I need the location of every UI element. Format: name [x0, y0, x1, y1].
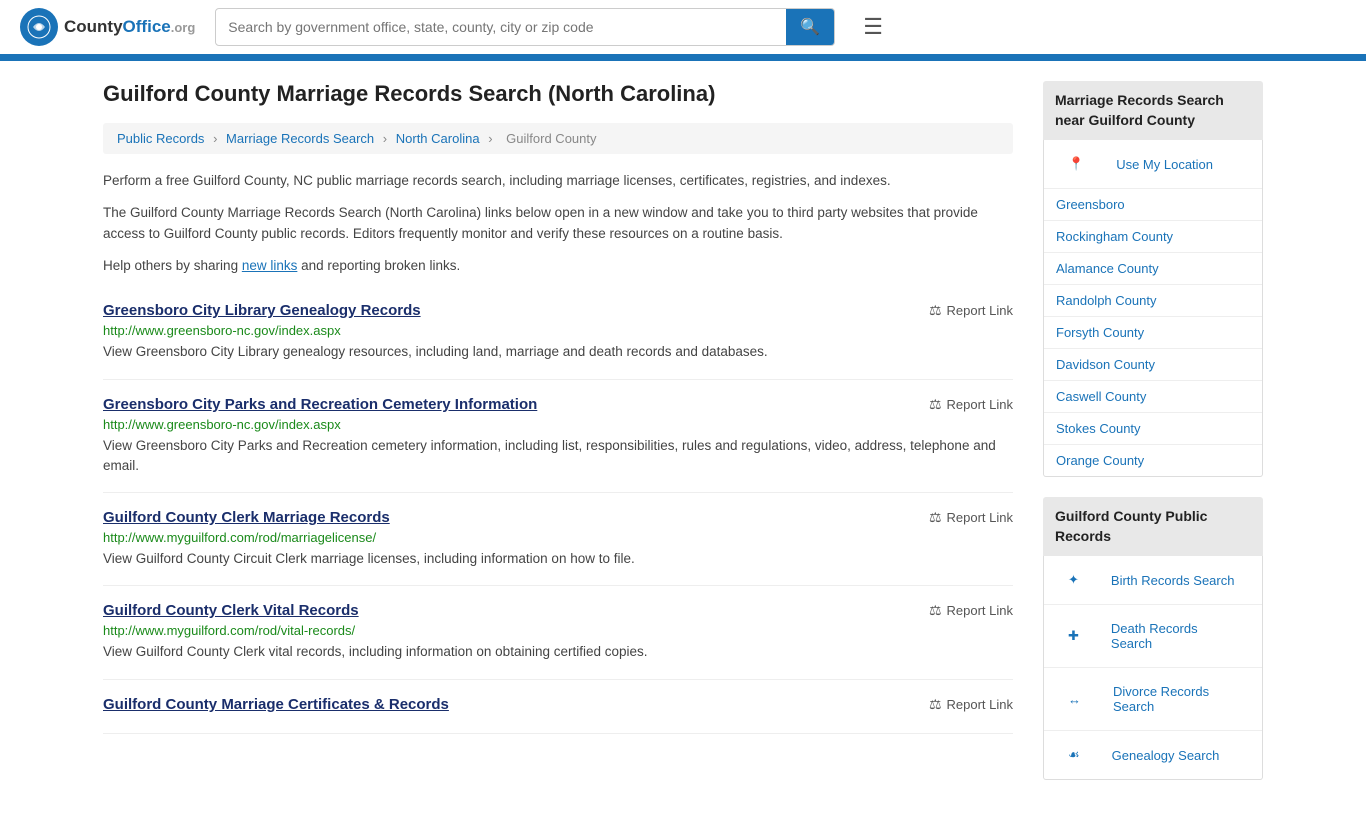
- breadcrumb-sep-3: ›: [488, 131, 492, 146]
- result-header-1: Greensboro City Parks and Recreation Cem…: [103, 396, 1013, 413]
- report-icon-2: ⚖: [929, 509, 942, 526]
- breadcrumb-north-carolina[interactable]: North Carolina: [396, 131, 480, 146]
- result-desc-2: View Guilford County Circuit Clerk marri…: [103, 549, 1013, 569]
- result-title-0: Greensboro City Library Genealogy Record…: [103, 302, 421, 319]
- sidebar-item-davidson[interactable]: Davidson County: [1044, 349, 1262, 381]
- result-title-4: Guilford County Marriage Certificates & …: [103, 696, 449, 713]
- sidebar-item-genealogy[interactable]: ☙ Genealogy Search: [1044, 731, 1262, 779]
- sidebar-public-records-section: Guilford County Public Records ✦ Birth R…: [1043, 497, 1263, 780]
- report-link-0[interactable]: ⚖ Report Link: [929, 302, 1013, 319]
- report-link-2[interactable]: ⚖ Report Link: [929, 509, 1013, 526]
- result-title-1: Greensboro City Parks and Recreation Cem…: [103, 396, 537, 413]
- report-link-1[interactable]: ⚖ Report Link: [929, 396, 1013, 413]
- description-para2: The Guilford County Marriage Records Sea…: [103, 202, 1013, 245]
- genealogy-label: Genealogy Search: [1100, 740, 1232, 771]
- report-icon-0: ⚖: [929, 302, 942, 319]
- sidebar-item-birth-records[interactable]: ✦ Birth Records Search: [1044, 556, 1262, 605]
- results-list: Greensboro City Library Genealogy Record…: [103, 286, 1013, 733]
- result-header-0: Greensboro City Library Genealogy Record…: [103, 302, 1013, 319]
- death-records-icon: ✚: [1056, 620, 1091, 652]
- result-item-4: Guilford County Marriage Certificates & …: [103, 680, 1013, 734]
- sidebar-item-greensboro[interactable]: Greensboro: [1044, 189, 1262, 221]
- sidebar-item-randolph[interactable]: Randolph County: [1044, 285, 1262, 317]
- result-desc-0: View Greensboro City Library genealogy r…: [103, 342, 1013, 362]
- result-item-2: Guilford County Clerk Marriage Records ⚖ …: [103, 493, 1013, 586]
- use-location-label: Use My Location: [1104, 149, 1225, 180]
- search-input[interactable]: [216, 11, 786, 43]
- result-title-link-3[interactable]: Guilford County Clerk Vital Records: [103, 602, 359, 619]
- sidebar-item-stokes[interactable]: Stokes County: [1044, 413, 1262, 445]
- breadcrumb-guilford-county: Guilford County: [506, 131, 596, 146]
- divorce-records-icon: ↔: [1056, 684, 1093, 715]
- sidebar-item-rockingham[interactable]: Rockingham County: [1044, 221, 1262, 253]
- sidebar-public-records-header: Guilford County Public Records: [1043, 497, 1263, 556]
- result-title-link-1[interactable]: Greensboro City Parks and Recreation Cem…: [103, 396, 537, 413]
- logo-text: CountyOffice.org: [64, 17, 195, 37]
- description-para3-suffix: and reporting broken links.: [297, 258, 460, 273]
- description-para1: Perform a free Guilford County, NC publi…: [103, 170, 1013, 192]
- result-title-link-0[interactable]: Greensboro City Library Genealogy Record…: [103, 302, 421, 319]
- result-title-link-4[interactable]: Guilford County Marriage Certificates & …: [103, 696, 449, 713]
- result-url-2[interactable]: http://www.myguilford.com/rod/marriageli…: [103, 530, 1013, 545]
- breadcrumb-marriage-search[interactable]: Marriage Records Search: [226, 131, 374, 146]
- result-title-link-2[interactable]: Guilford County Clerk Marriage Records: [103, 509, 390, 526]
- sidebar: Marriage Records Search near Guilford Co…: [1043, 81, 1263, 800]
- main-container: Guilford County Marriage Records Search …: [83, 61, 1283, 820]
- report-link-3[interactable]: ⚖ Report Link: [929, 602, 1013, 619]
- report-icon-3: ⚖: [929, 602, 942, 619]
- result-header-3: Guilford County Clerk Vital Records ⚖ Rep…: [103, 602, 1013, 619]
- menu-button[interactable]: ☰: [855, 10, 891, 44]
- search-bar: 🔍: [215, 8, 835, 46]
- birth-records-label: Birth Records Search: [1099, 565, 1247, 596]
- sidebar-item-alamance[interactable]: Alamance County: [1044, 253, 1262, 285]
- sidebar-nearby-section: Marriage Records Search near Guilford Co…: [1043, 81, 1263, 477]
- divorce-records-label: Divorce Records Search: [1101, 676, 1250, 722]
- sidebar-item-divorce-records[interactable]: ↔ Divorce Records Search: [1044, 668, 1262, 731]
- page-title: Guilford County Marriage Records Search …: [103, 81, 1013, 107]
- breadcrumb: Public Records › Marriage Records Search…: [103, 123, 1013, 154]
- death-records-label: Death Records Search: [1099, 613, 1250, 659]
- result-url-3[interactable]: http://www.myguilford.com/rod/vital-reco…: [103, 623, 1013, 638]
- site-header: CountyOffice.org 🔍 ☰: [0, 0, 1366, 57]
- report-icon-1: ⚖: [929, 396, 942, 413]
- report-icon-4: ⚖: [929, 696, 942, 713]
- result-item-0: Greensboro City Library Genealogy Record…: [103, 286, 1013, 379]
- content-area: Guilford County Marriage Records Search …: [103, 81, 1013, 800]
- logo-icon: [20, 8, 58, 46]
- result-desc-3: View Guilford County Clerk vital records…: [103, 642, 1013, 662]
- result-desc-1: View Greensboro City Parks and Recreatio…: [103, 436, 1013, 477]
- breadcrumb-sep-2: ›: [383, 131, 387, 146]
- sidebar-item-forsyth[interactable]: Forsyth County: [1044, 317, 1262, 349]
- result-header-4: Guilford County Marriage Certificates & …: [103, 696, 1013, 713]
- sidebar-public-records-list: ✦ Birth Records Search ✚ Death Records S…: [1043, 556, 1263, 780]
- search-button[interactable]: 🔍: [786, 9, 834, 45]
- sidebar-nearby-list: 📍 Use My Location Greensboro Rockingham …: [1043, 140, 1263, 477]
- pin-icon: 📍: [1056, 148, 1096, 180]
- report-link-4[interactable]: ⚖ Report Link: [929, 696, 1013, 713]
- result-item-3: Guilford County Clerk Vital Records ⚖ Rep…: [103, 586, 1013, 679]
- result-url-0[interactable]: http://www.greensboro-nc.gov/index.aspx: [103, 323, 1013, 338]
- description-para3-prefix: Help others by sharing: [103, 258, 242, 273]
- sidebar-item-caswell[interactable]: Caswell County: [1044, 381, 1262, 413]
- result-item-1: Greensboro City Parks and Recreation Cem…: [103, 380, 1013, 494]
- new-links-link[interactable]: new links: [242, 258, 298, 273]
- sidebar-nearby-header: Marriage Records Search near Guilford Co…: [1043, 81, 1263, 140]
- result-title-3: Guilford County Clerk Vital Records: [103, 602, 359, 619]
- breadcrumb-public-records[interactable]: Public Records: [117, 131, 204, 146]
- result-title-2: Guilford County Clerk Marriage Records: [103, 509, 390, 526]
- result-header-2: Guilford County Clerk Marriage Records ⚖ …: [103, 509, 1013, 526]
- sidebar-item-orange[interactable]: Orange County: [1044, 445, 1262, 476]
- description-para3: Help others by sharing new links and rep…: [103, 255, 1013, 277]
- birth-records-icon: ✦: [1056, 564, 1091, 596]
- sidebar-use-location[interactable]: 📍 Use My Location: [1044, 140, 1262, 189]
- result-url-1[interactable]: http://www.greensboro-nc.gov/index.aspx: [103, 417, 1013, 432]
- breadcrumb-sep-1: ›: [213, 131, 217, 146]
- logo-link[interactable]: CountyOffice.org: [20, 8, 195, 46]
- sidebar-item-death-records[interactable]: ✚ Death Records Search: [1044, 605, 1262, 668]
- genealogy-icon: ☙: [1056, 739, 1092, 771]
